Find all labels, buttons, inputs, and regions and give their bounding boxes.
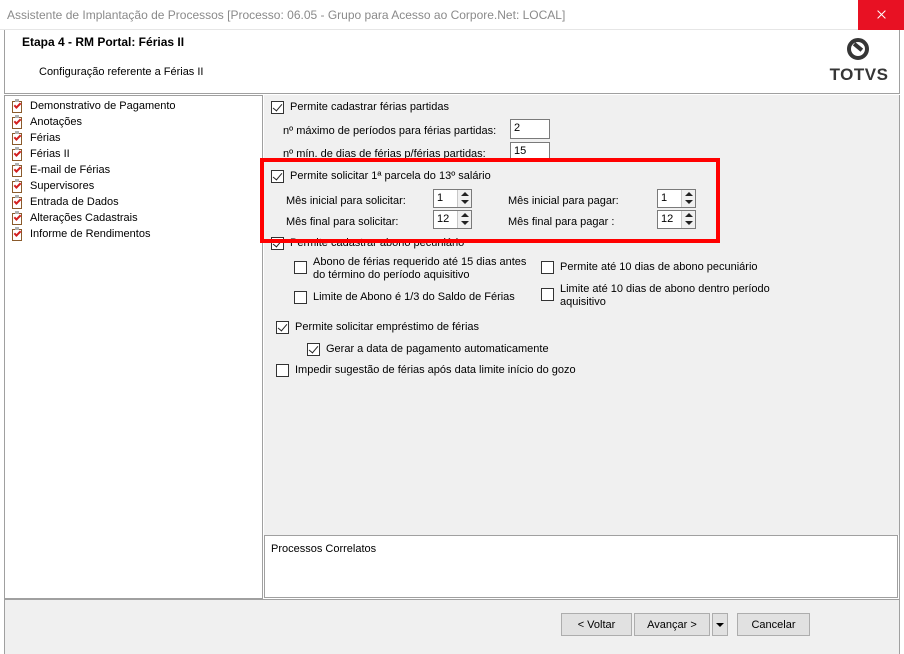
checkbox-box[interactable] — [294, 261, 307, 274]
window-title: Assistente de Implantação de Processos [… — [7, 8, 566, 22]
checkbox-box[interactable] — [307, 343, 320, 356]
next-dropdown-button[interactable] — [712, 613, 728, 636]
checklist-icon — [11, 194, 24, 209]
highlight-border — [260, 158, 720, 243]
tree-item-label: E-mail de Férias — [30, 164, 111, 176]
tree-item-label: Anotações — [30, 116, 82, 128]
checkbox-box[interactable] — [276, 321, 289, 334]
step-subtitle: Configuração referente a Férias II — [39, 66, 204, 78]
close-window-button[interactable] — [858, 0, 904, 30]
checkbox-label: Limite de Abono é 1/3 do Saldo de Férias — [313, 291, 515, 303]
tree-item-ferias[interactable]: Férias — [11, 130, 61, 146]
permite-10-dias-checkbox[interactable]: Permite até 10 dias de abono pecuniário — [541, 261, 758, 274]
checkbox-box[interactable] — [294, 291, 307, 304]
checklist-icon — [11, 178, 24, 193]
checklist-icon — [11, 210, 24, 225]
tree-item-demonstrativo[interactable]: Demonstrativo de Pagamento — [11, 98, 176, 114]
tree-item-supervisores[interactable]: Supervisores — [11, 178, 94, 194]
checkbox-label: Impedir sugestão de férias após data lim… — [295, 364, 576, 376]
tree-item-informe-rendimentos[interactable]: Informe de Rendimentos — [11, 226, 150, 242]
totvs-logo: TOTVS — [829, 38, 889, 88]
tree-item-email-ferias[interactable]: E-mail de Férias — [11, 162, 110, 178]
gerar-data-checkbox[interactable]: Gerar a data de pagamento automaticament… — [307, 343, 549, 356]
tree-item-anotacoes[interactable]: Anotações — [11, 114, 82, 130]
tree-item-label: Entrada de Dados — [30, 196, 119, 208]
next-button[interactable]: Avançar > — [634, 613, 710, 636]
ferias-partidas-checkbox[interactable]: Permite cadastrar férias partidas — [271, 101, 449, 114]
tree-item-label: Férias II — [30, 148, 70, 160]
tree-item-label: Férias — [30, 132, 61, 144]
emprestimo-checkbox[interactable]: Permite solicitar empréstimo de férias — [276, 321, 479, 334]
wizard-footer: < Voltar Avançar > Cancelar — [4, 599, 900, 654]
related-processes-panel: Processos Correlatos — [264, 535, 898, 598]
checkbox-label: Permite até 10 dias de abono pecuniário — [560, 261, 758, 273]
logo-text: TOTVS — [829, 65, 889, 84]
back-button[interactable]: < Voltar — [561, 613, 632, 636]
checkbox-label: Permite cadastrar férias partidas — [290, 101, 449, 113]
limite-10-dias-checkbox[interactable]: Limite até 10 dias de abono dentro perío… — [541, 283, 770, 309]
tree-item-alteracoes-cadastrais[interactable]: Alterações Cadastrais — [11, 210, 138, 226]
title-bar: Assistente de Implantação de Processos [… — [0, 0, 904, 30]
max-periodos-label: nº máximo de períodos para férias partid… — [283, 125, 497, 137]
checkbox-label: Limite até 10 dias de abono dentro perío… — [560, 283, 770, 308]
checkbox-label: Abono de férias requerido até 15 dias an… — [313, 256, 527, 281]
related-processes-title: Processos Correlatos — [271, 543, 377, 555]
tree-item-entrada-dados[interactable]: Entrada de Dados — [11, 194, 119, 210]
checkbox-box[interactable] — [541, 261, 554, 274]
checkbox-box[interactable] — [271, 101, 284, 114]
tree-item-ferias-ii[interactable]: Férias II — [11, 146, 70, 162]
checklist-icon — [11, 162, 24, 177]
cancel-button[interactable]: Cancelar — [737, 613, 810, 636]
checkbox-box[interactable] — [541, 288, 554, 301]
totvs-logo-icon — [847, 38, 869, 60]
checklist-icon — [11, 114, 24, 129]
checkbox-box[interactable] — [276, 364, 289, 377]
tree-item-label: Informe de Rendimentos — [30, 228, 151, 240]
checkbox-label: Permite solicitar empréstimo de férias — [295, 321, 480, 333]
checkbox-label: Gerar a data de pagamento automaticament… — [326, 343, 549, 355]
tree-item-label: Supervisores — [30, 180, 95, 192]
impedir-sugestao-checkbox[interactable]: Impedir sugestão de férias após data lim… — [276, 364, 576, 377]
limite-abono-checkbox[interactable]: Limite de Abono é 1/3 do Saldo de Férias — [294, 291, 515, 304]
checklist-icon — [11, 130, 24, 145]
checklist-icon — [11, 226, 24, 241]
tree-item-label: Demonstrativo de Pagamento — [30, 100, 176, 112]
checklist-icon — [11, 146, 24, 161]
wizard-header: Etapa 4 - RM Portal: Férias II Configura… — [4, 30, 900, 94]
abono-15-dias-checkbox[interactable]: Abono de férias requerido até 15 dias an… — [294, 256, 526, 282]
tree-item-label: Alterações Cadastrais — [30, 212, 138, 224]
checklist-icon — [11, 98, 24, 113]
steps-tree: Demonstrativo de Pagamento Anotações Fér… — [4, 95, 263, 599]
step-title: Etapa 4 - RM Portal: Férias II — [22, 35, 185, 49]
max-periodos-input[interactable]: 2 — [510, 119, 550, 139]
